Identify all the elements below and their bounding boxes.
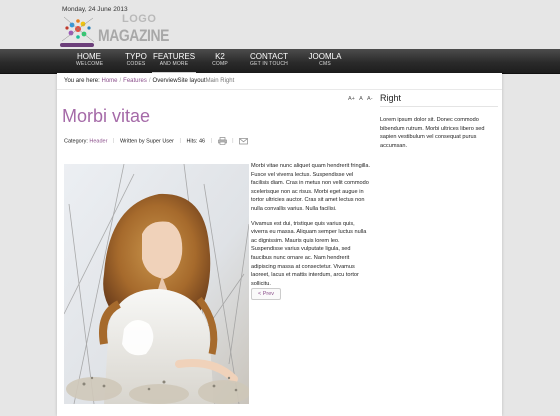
category-label: Category: xyxy=(64,138,88,145)
meta-divider: | xyxy=(232,138,234,145)
nav-item-title: FEATURES xyxy=(152,52,196,61)
nav-item-features[interactable]: FEATURES AND MORE xyxy=(152,52,196,74)
nav-item-title: JOOMLA xyxy=(308,52,342,61)
main-navigation: HOME WELCOME TYPO CODES FEATURES AND MOR… xyxy=(0,49,560,74)
right-sidebar-module: Right Lorem ipsum dolor sit. Donec commo… xyxy=(380,93,498,150)
nav-item-k2[interactable]: K2 COMP xyxy=(210,52,230,68)
nav-item-joomla[interactable]: JOOMLA CMS xyxy=(308,52,342,68)
breadcrumb-current: Main Right xyxy=(205,78,235,84)
nav-item-title: CONTACT xyxy=(249,52,289,61)
nav-item-home[interactable]: HOME WELCOME xyxy=(76,52,104,68)
nav-item-typo[interactable]: TYPO CODES xyxy=(123,52,149,68)
logo-word-top: LOGO xyxy=(122,13,157,25)
nav-item-subtitle: WELCOME xyxy=(76,61,104,67)
nav-item-subtitle: COMP xyxy=(212,61,228,67)
breadcrumb: You are here: Home / Features / OverviewSite… xyxy=(64,78,234,84)
module-title: Right xyxy=(380,93,402,103)
logo-word-main: MAGAZINE xyxy=(98,26,170,45)
breadcrumb-features-link[interactable]: Features xyxy=(123,78,147,84)
module-text: Lorem ipsum dolor sit. Donec commodo bib… xyxy=(380,117,485,149)
breadcrumb-separator: / xyxy=(119,78,122,84)
breadcrumb-overview: OverviewSite layout xyxy=(152,78,206,84)
nav-item-title: TYPO xyxy=(125,52,147,61)
article-hits: Hits: 46 xyxy=(186,138,206,145)
header-date: Monday, 24 June 2013 xyxy=(62,6,128,13)
category-link[interactable]: Header xyxy=(89,138,107,144)
nav-item-subtitle: CMS xyxy=(319,61,331,67)
breadcrumb-home-link[interactable]: Home xyxy=(101,78,117,84)
breadcrumb-prefix: You are here: xyxy=(64,78,100,84)
breadcrumb-divider xyxy=(57,89,502,90)
font-size-controls: A+ A A- xyxy=(348,96,376,102)
site-logo[interactable]: LOGO MAGAZINE xyxy=(58,13,169,49)
article-paragraph: Vivamus est dui, tristique quis varius q… xyxy=(251,220,367,287)
article-paragraph: Morbi vitae nunc aliquet quam hendrerit … xyxy=(251,163,371,212)
font-increase-button[interactable]: A+ xyxy=(348,96,355,102)
font-decrease-button[interactable]: A- xyxy=(367,96,373,102)
nav-item-title: K2 xyxy=(215,52,225,61)
article-meta: Category: Header | Written by Super User… xyxy=(64,137,248,145)
meta-divider: | xyxy=(179,138,181,145)
content-page: You are here: Home / Features / OverviewSite… xyxy=(57,73,502,416)
article-title: Morbi vitae xyxy=(62,106,151,126)
logo-flower-icon xyxy=(60,16,95,47)
email-icon[interactable] xyxy=(239,137,248,145)
article-image xyxy=(64,164,249,404)
module-divider xyxy=(380,106,498,107)
nav-item-subtitle: GET IN TOUCH xyxy=(250,61,288,67)
print-icon[interactable] xyxy=(217,137,227,145)
font-reset-button[interactable]: A xyxy=(359,96,363,102)
article-author: Written by Super User xyxy=(119,138,174,145)
prev-button[interactable]: < Prev xyxy=(251,288,282,300)
meta-divider: | xyxy=(112,138,115,145)
nav-item-contact[interactable]: CONTACT GET IN TOUCH xyxy=(249,52,289,68)
nav-item-title: HOME xyxy=(77,52,101,61)
nav-item-subtitle: AND MORE xyxy=(159,61,189,67)
breadcrumb-separator: / xyxy=(148,78,151,84)
article-photo-illustration xyxy=(64,164,249,404)
nav-item-subtitle: CODES xyxy=(126,61,146,67)
meta-divider: | xyxy=(210,138,213,145)
article-body: Morbi vitae nunc aliquet quam hendrerit … xyxy=(251,162,371,294)
